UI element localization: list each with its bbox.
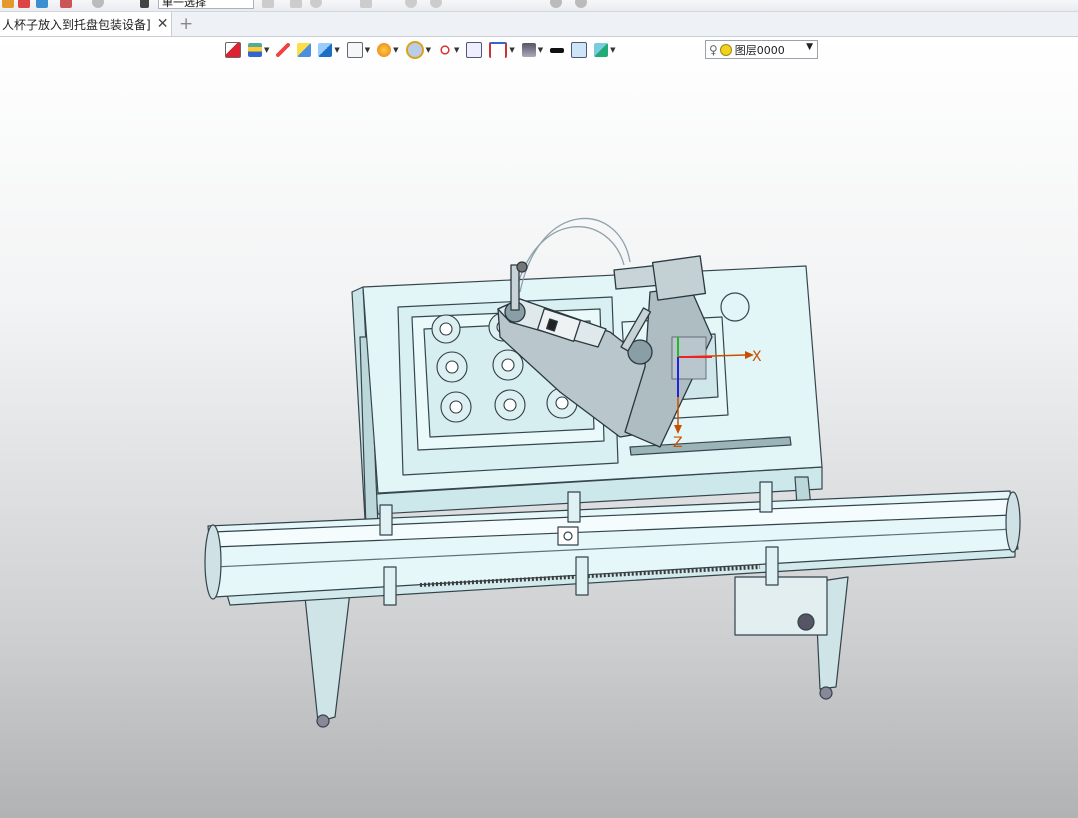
bracket — [383, 566, 397, 606]
selection-mode-select[interactable]: 单一选择 — [158, 0, 254, 9]
cad-model[interactable]: X Z — [0, 37, 1078, 818]
cup — [440, 391, 472, 423]
bracket — [759, 481, 773, 513]
tool-icon[interactable] — [430, 0, 442, 8]
bracket — [765, 546, 779, 586]
tool-icon[interactable] — [550, 0, 562, 8]
cup — [494, 389, 526, 421]
3d-viewport[interactable]: ▼ ▼ ▼ ▼ ▼ ▼ ▼ ▼ ▼ ♀ 图层0000 ▼ X Z — [0, 37, 1078, 818]
tool-icon[interactable] — [405, 0, 417, 8]
tool-icon[interactable] — [290, 0, 302, 8]
axis-x-label: X — [752, 349, 762, 365]
tool-icon[interactable] — [262, 0, 274, 8]
document-tab-bar: 人杯子放入到托盘包装设备] ✕ + — [0, 12, 1078, 37]
cup — [431, 314, 461, 344]
new-tab-button[interactable]: + — [179, 14, 193, 34]
motor-head — [651, 255, 707, 301]
top-toolbar: 单一选择 — [0, 0, 1078, 12]
tool-icon[interactable] — [60, 0, 72, 8]
tool-icon[interactable] — [360, 0, 372, 8]
tool-icon[interactable] — [140, 0, 149, 8]
tab-document[interactable]: 人杯子放入到托盘包装设备] ✕ — [0, 12, 172, 36]
cup — [436, 351, 468, 383]
tool-icon[interactable] — [310, 0, 322, 8]
axis-z-label: Z — [673, 435, 683, 451]
tool-icon[interactable] — [18, 0, 30, 8]
tool-icon[interactable] — [92, 0, 104, 8]
tool-icon[interactable] — [36, 0, 48, 8]
table-hole — [720, 292, 750, 322]
bracket — [575, 556, 589, 596]
conveyor — [204, 481, 1021, 728]
close-icon[interactable]: ✕ — [157, 16, 169, 32]
bracket — [379, 504, 393, 536]
conveyor-leg-left — [304, 591, 351, 723]
tool-icon[interactable] — [575, 0, 587, 8]
tool-icon[interactable] — [2, 0, 14, 8]
bracket — [567, 491, 581, 523]
spindle — [510, 264, 520, 311]
tab-label: 人杯子放入到托盘包装设备] — [2, 17, 151, 32]
